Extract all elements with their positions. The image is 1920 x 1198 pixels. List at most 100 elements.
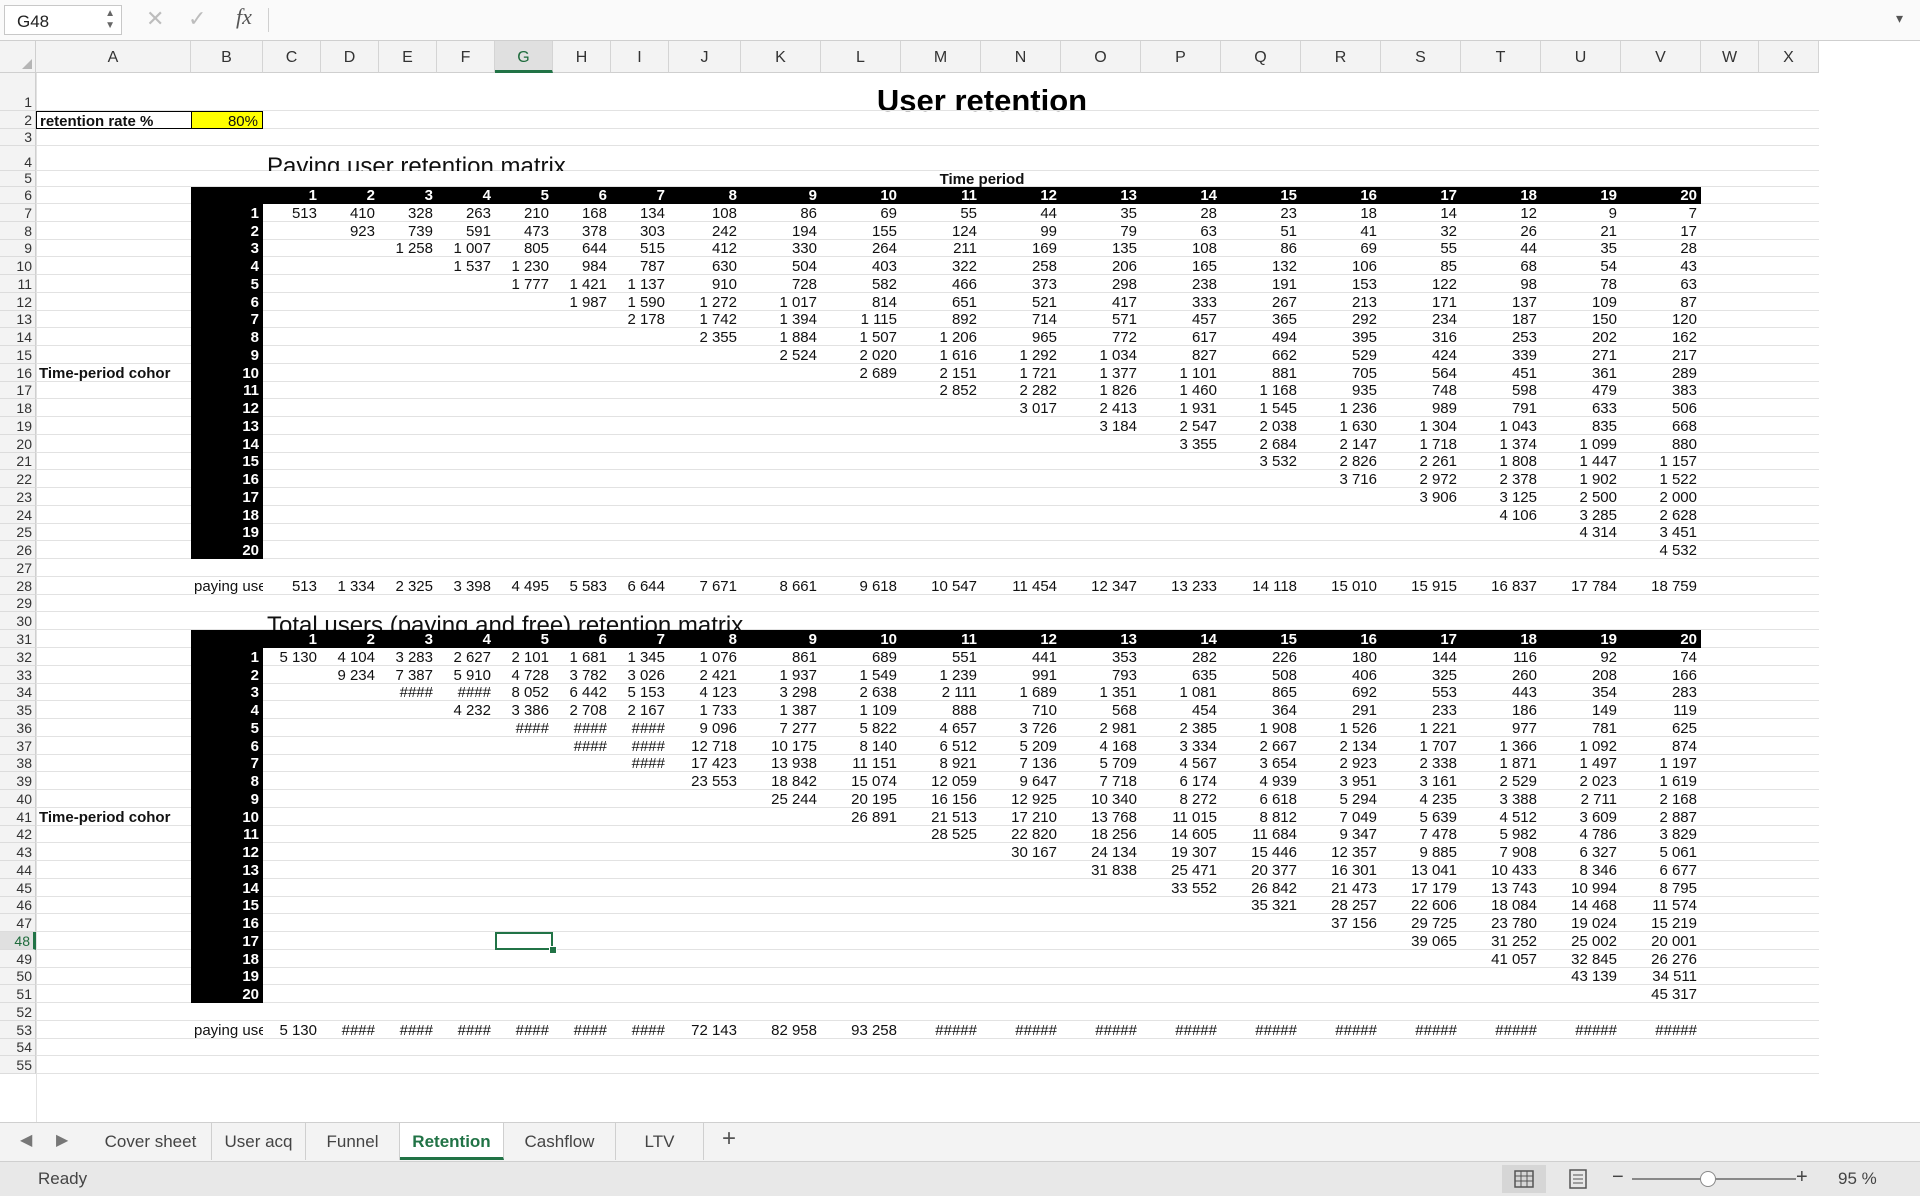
paying-matrix-total-cell[interactable]: 6 644 [611, 577, 669, 595]
total-matrix-value-cell[interactable]: 977 [1461, 719, 1541, 737]
total-matrix-total-cell[interactable]: #### [553, 1021, 611, 1039]
paying-matrix-value-cell[interactable]: 2 378 [1461, 470, 1541, 488]
total-matrix-value-cell[interactable]: 2 338 [1381, 755, 1461, 773]
paying-matrix-value-cell[interactable]: 1 616 [901, 346, 981, 364]
total-matrix-value-cell[interactable]: 24 134 [1061, 843, 1141, 861]
total-matrix-value-cell[interactable]: 353 [1061, 648, 1141, 666]
paying-matrix-value-cell[interactable]: 217 [1621, 346, 1701, 364]
paying-matrix-value-cell[interactable]: 1 522 [1621, 470, 1701, 488]
paying-matrix-value-cell[interactable]: 2 972 [1381, 470, 1461, 488]
total-matrix-value-cell[interactable]: 16 156 [901, 790, 981, 808]
name-box[interactable]: G48 ▲ ▼ [4, 5, 122, 35]
paying-matrix-value-cell[interactable]: 728 [741, 275, 821, 293]
paying-matrix-value-cell[interactable]: 1 374 [1461, 435, 1541, 453]
total-matrix-value-cell[interactable]: 4 104 [321, 648, 379, 666]
total-matrix-value-cell[interactable]: 5 910 [437, 666, 495, 684]
formula-input[interactable] [272, 6, 1882, 34]
paying-matrix-cohort-header[interactable]: 6 [191, 292, 263, 311]
paying-matrix-value-cell[interactable]: 1 447 [1541, 453, 1621, 471]
paying-matrix-value-cell[interactable]: 43 [1621, 257, 1701, 275]
paying-matrix-value-cell[interactable]: 132 [1221, 257, 1301, 275]
total-matrix-value-cell[interactable]: 5 639 [1381, 808, 1461, 826]
paying-matrix-value-cell[interactable]: 3 532 [1221, 453, 1301, 471]
paying-matrix-value-cell[interactable]: 365 [1221, 311, 1301, 329]
paying-matrix-value-cell[interactable]: 1 884 [741, 328, 821, 346]
paying-matrix-total-cell[interactable]: 2 325 [379, 577, 437, 595]
total-matrix-value-cell[interactable]: 144 [1381, 648, 1461, 666]
total-matrix-value-cell[interactable]: 20 377 [1221, 861, 1301, 879]
paying-matrix-value-cell[interactable]: 644 [553, 240, 611, 258]
paying-matrix-value-cell[interactable]: 504 [741, 257, 821, 275]
row-header-2[interactable]: 2 [0, 111, 36, 129]
row-header-53[interactable]: 53 [0, 1020, 36, 1039]
paying-matrix-value-cell[interactable]: 135 [1061, 240, 1141, 258]
paying-matrix-value-cell[interactable]: 18 [1301, 204, 1381, 222]
column-header-x[interactable]: X [1759, 41, 1819, 73]
row-header-1[interactable]: 1 [0, 73, 36, 111]
paying-matrix-value-cell[interactable]: 1 590 [611, 293, 669, 311]
total-matrix-value-cell[interactable]: 4 728 [495, 666, 553, 684]
paying-matrix-value-cell[interactable]: 187 [1461, 311, 1541, 329]
paying-matrix-value-cell[interactable]: 211 [901, 240, 981, 258]
paying-matrix-value-cell[interactable]: 417 [1061, 293, 1141, 311]
row-header-38[interactable]: 38 [0, 754, 36, 773]
paying-matrix-value-cell[interactable]: 87 [1621, 293, 1701, 311]
paying-matrix-value-cell[interactable]: 238 [1141, 275, 1221, 293]
paying-matrix-period-header[interactable]: 7 [611, 187, 669, 204]
total-matrix-value-cell[interactable]: 2 627 [437, 648, 495, 666]
total-matrix-cohort-header[interactable]: 15 [191, 896, 263, 915]
total-matrix-value-cell[interactable]: 180 [1301, 648, 1381, 666]
total-matrix-value-cell[interactable]: 454 [1141, 701, 1221, 719]
total-matrix-value-cell[interactable]: 34 511 [1621, 968, 1701, 986]
column-header-g[interactable]: G [495, 41, 553, 73]
paying-matrix-value-cell[interactable]: 633 [1541, 399, 1621, 417]
total-matrix-value-cell[interactable]: 28 525 [901, 826, 981, 844]
total-matrix-value-cell[interactable]: 874 [1621, 737, 1701, 755]
paying-matrix-value-cell[interactable]: 2 151 [901, 364, 981, 382]
paying-matrix-value-cell[interactable]: 984 [553, 257, 611, 275]
cancel-icon[interactable]: ✕ [146, 6, 164, 32]
total-matrix-value-cell[interactable]: 2 708 [553, 701, 611, 719]
add-sheet-button[interactable]: + [722, 1125, 736, 1153]
total-matrix-value-cell[interactable]: #### [379, 684, 437, 702]
total-matrix-value-cell[interactable]: 2 529 [1461, 772, 1541, 790]
paying-matrix-value-cell[interactable]: 289 [1621, 364, 1701, 382]
total-matrix-value-cell[interactable]: 10 340 [1061, 790, 1141, 808]
paying-matrix-value-cell[interactable]: 582 [821, 275, 901, 293]
total-matrix-value-cell[interactable]: 5 153 [611, 684, 669, 702]
paying-matrix-value-cell[interactable]: 210 [495, 204, 553, 222]
paying-matrix-value-cell[interactable]: 3 906 [1381, 488, 1461, 506]
total-matrix-total-cell[interactable]: ##### [1381, 1021, 1461, 1039]
paying-matrix-total-cell[interactable]: 1 334 [321, 577, 379, 595]
paying-matrix-value-cell[interactable]: 213 [1301, 293, 1381, 311]
paying-matrix-value-cell[interactable]: 292 [1301, 311, 1381, 329]
paying-matrix-value-cell[interactable]: 395 [1301, 328, 1381, 346]
total-matrix-value-cell[interactable]: 325 [1381, 666, 1461, 684]
total-matrix-value-cell[interactable]: 553 [1381, 684, 1461, 702]
paying-matrix-value-cell[interactable]: 264 [821, 240, 901, 258]
total-matrix-cohort-header[interactable]: 5 [191, 719, 263, 737]
total-matrix-value-cell[interactable]: 22 820 [981, 826, 1061, 844]
total-matrix-value-cell[interactable]: 3 609 [1541, 808, 1621, 826]
paying-matrix-value-cell[interactable]: 2 684 [1221, 435, 1301, 453]
total-matrix-total-cell[interactable]: ##### [1301, 1021, 1381, 1039]
total-matrix-value-cell[interactable]: 41 057 [1461, 950, 1541, 968]
total-matrix-cohort-header[interactable]: 1 [191, 648, 263, 666]
sheet-tab-user-acq[interactable]: User acq [212, 1123, 306, 1160]
paying-matrix-period-header[interactable]: 3 [379, 187, 437, 204]
paying-matrix-value-cell[interactable]: 1 292 [981, 346, 1061, 364]
total-matrix-value-cell[interactable]: 861 [741, 648, 821, 666]
row-header-41[interactable]: 41 [0, 807, 36, 826]
sheet-tab-ltv[interactable]: LTV [616, 1123, 704, 1160]
paying-matrix-period-header[interactable]: 14 [1141, 187, 1221, 204]
paying-matrix-total-label[interactable]: paying usei [191, 577, 263, 595]
paying-matrix-cohort-header[interactable]: 8 [191, 328, 263, 347]
total-matrix-value-cell[interactable]: 7 478 [1381, 826, 1461, 844]
paying-matrix-value-cell[interactable]: 1 043 [1461, 417, 1541, 435]
paying-matrix-value-cell[interactable]: 1 460 [1141, 382, 1221, 400]
total-matrix-value-cell[interactable]: 23 780 [1461, 914, 1541, 932]
total-matrix-period-header[interactable]: 17 [1381, 630, 1461, 648]
total-matrix-value-cell[interactable]: 1 351 [1061, 684, 1141, 702]
paying-matrix-value-cell[interactable]: 1 230 [495, 257, 553, 275]
paying-matrix-total-cell[interactable]: 3 398 [437, 577, 495, 595]
